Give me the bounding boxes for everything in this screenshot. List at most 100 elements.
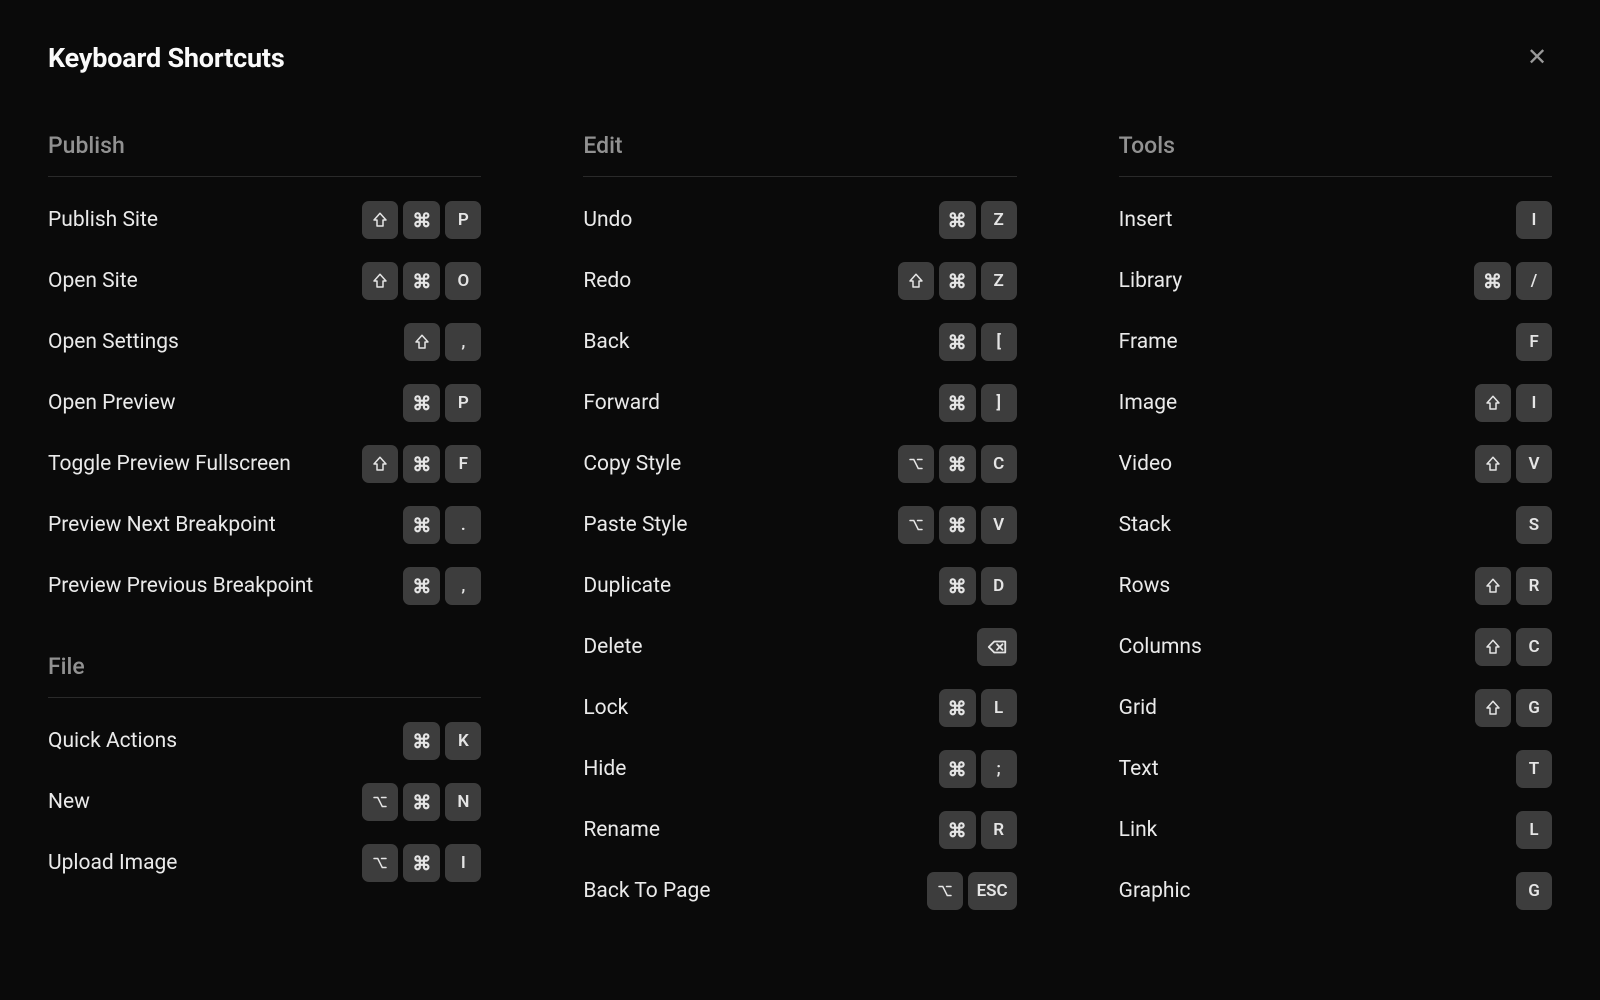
- close-icon: ✕: [1527, 43, 1547, 72]
- shortcut-label: Toggle Preview Fullscreen: [48, 452, 291, 476]
- shortcut-keys: ⌘;: [939, 750, 1017, 788]
- key-cap: L: [1516, 811, 1552, 849]
- shortcut-keys: ⌘P: [403, 384, 481, 422]
- shortcut-label: Redo: [583, 269, 631, 293]
- cmd-key: ⌘: [939, 689, 976, 727]
- key-cap: V: [1516, 445, 1552, 483]
- key-cap: R: [1516, 567, 1552, 605]
- shortcut-keys: ,: [404, 323, 481, 361]
- option-key: [362, 783, 398, 821]
- key-cap: .: [445, 506, 481, 544]
- shortcut-keys: G: [1475, 689, 1552, 727]
- shortcut-keys: ESC: [927, 872, 1017, 910]
- shortcut-section: FileQuick Actions⌘KNew⌘NUpload Image⌘I: [48, 653, 481, 882]
- key-cap: ;: [981, 750, 1017, 788]
- shortcut-label: Graphic: [1119, 879, 1191, 903]
- shortcut-row: GridG: [1119, 689, 1552, 727]
- key-cap: ESC: [968, 872, 1017, 910]
- shortcut-column: PublishPublish Site⌘POpen Site⌘OOpen Set…: [48, 132, 481, 910]
- shift-key: [362, 262, 398, 300]
- shortcut-row: Forward⌘]: [583, 384, 1016, 422]
- shortcut-row: Graphic G: [1119, 872, 1552, 910]
- shortcut-keys: G: [1516, 872, 1552, 910]
- cmd-key: ⌘: [939, 323, 976, 361]
- dialog-title: Keyboard Shortcuts: [48, 42, 285, 74]
- key-cap: R: [981, 811, 1017, 849]
- shortcut-keys: F: [1516, 323, 1552, 361]
- shortcut-row: New⌘N: [48, 783, 481, 821]
- key-cap: N: [445, 783, 481, 821]
- shortcut-list: Publish Site⌘POpen Site⌘OOpen Settings,O…: [48, 201, 481, 605]
- cmd-key: ⌘: [939, 445, 976, 483]
- shortcut-keys: T: [1516, 750, 1552, 788]
- shortcut-row: Duplicate⌘D: [583, 567, 1016, 605]
- shortcut-row: Open Preview⌘P: [48, 384, 481, 422]
- shortcut-row: Hide⌘;: [583, 750, 1016, 788]
- shortcut-row: Open Site ⌘O: [48, 262, 481, 300]
- shortcut-keys: ⌘Z: [939, 201, 1017, 239]
- shortcut-keys: L: [1516, 811, 1552, 849]
- key-cap: C: [1516, 628, 1552, 666]
- option-key: [898, 506, 934, 544]
- close-button[interactable]: ✕: [1522, 42, 1552, 72]
- cmd-key: ⌘: [403, 844, 440, 882]
- shortcut-label: Undo: [583, 208, 632, 232]
- shortcut-row: TextT: [1119, 750, 1552, 788]
- key-cap: [: [981, 323, 1017, 361]
- shortcut-list: Quick Actions⌘K New⌘N Upload Image ⌘I: [48, 722, 481, 882]
- shortcut-row: Delete: [583, 628, 1016, 666]
- shortcut-columns: PublishPublish Site⌘POpen Site⌘OOpen Set…: [48, 132, 1552, 910]
- key-cap: P: [445, 201, 481, 239]
- shortcut-keys: ⌘O: [362, 262, 481, 300]
- shortcut-label: Back: [583, 330, 629, 354]
- shortcut-row: Undo ⌘Z: [583, 201, 1016, 239]
- cmd-key: ⌘: [939, 750, 976, 788]
- shortcut-section: PublishPublish Site⌘POpen Site⌘OOpen Set…: [48, 132, 481, 605]
- shortcut-row: StackS: [1119, 506, 1552, 544]
- shortcut-label: Lock: [583, 696, 628, 720]
- shortcut-column: ToolsInsertILibrary⌘/FrameFImageIVideoVS…: [1119, 132, 1552, 910]
- backspace-key: [977, 628, 1017, 666]
- key-cap: I: [445, 844, 481, 882]
- cmd-key: ⌘: [939, 262, 976, 300]
- shortcut-row: Rename⌘R: [583, 811, 1016, 849]
- shortcut-keys: ⌘R: [939, 811, 1017, 849]
- shortcut-label: Open Site: [48, 269, 138, 293]
- shortcut-row: Preview Next Breakpoint⌘.: [48, 506, 481, 544]
- key-cap: T: [1516, 750, 1552, 788]
- shift-key: [1475, 384, 1511, 422]
- shortcut-keys: ⌘P: [362, 201, 481, 239]
- shortcut-section: EditUndo⌘ZRedo⌘ZBack⌘[Forward⌘]Copy Styl…: [583, 132, 1016, 910]
- shortcut-label: Rows: [1119, 574, 1171, 598]
- shortcut-row: Publish Site⌘P: [48, 201, 481, 239]
- key-cap: ,: [445, 323, 481, 361]
- shortcut-row: Library⌘/: [1119, 262, 1552, 300]
- shortcut-keys: ⌘L: [939, 689, 1017, 727]
- shortcut-row: ImageI: [1119, 384, 1552, 422]
- shortcut-keys: ⌘[: [939, 323, 1017, 361]
- shortcut-column: EditUndo⌘ZRedo⌘ZBack⌘[Forward⌘]Copy Styl…: [583, 132, 1016, 910]
- shortcut-keys: V: [1475, 445, 1552, 483]
- shift-key: [1475, 689, 1511, 727]
- shortcut-label: Preview Previous Breakpoint: [48, 574, 313, 598]
- shortcut-label: Paste Style: [583, 513, 687, 537]
- shortcut-section: ToolsInsertILibrary⌘/FrameFImageIVideoVS…: [1119, 132, 1552, 910]
- cmd-key: ⌘: [939, 384, 976, 422]
- shortcut-keys: ⌘Z: [898, 262, 1017, 300]
- shift-key: [1475, 445, 1511, 483]
- shortcut-row: Quick Actions⌘K: [48, 722, 481, 760]
- shortcut-list: InsertILibrary⌘/FrameFImageIVideoVStackS…: [1119, 201, 1552, 910]
- key-cap: K: [445, 722, 481, 760]
- cmd-key: ⌘: [403, 384, 440, 422]
- shortcut-row: FrameF: [1119, 323, 1552, 361]
- key-cap: L: [981, 689, 1017, 727]
- shortcut-label: Upload Image: [48, 851, 177, 875]
- shortcut-keys: ⌘D: [939, 567, 1017, 605]
- key-cap: G: [1516, 689, 1552, 727]
- shortcut-label: Video: [1119, 452, 1172, 476]
- shortcut-row: Redo ⌘Z: [583, 262, 1016, 300]
- cmd-key: ⌘: [403, 445, 440, 483]
- shortcut-row: ColumnsC: [1119, 628, 1552, 666]
- key-cap: Z: [981, 201, 1017, 239]
- shortcut-row: Video V: [1119, 445, 1552, 483]
